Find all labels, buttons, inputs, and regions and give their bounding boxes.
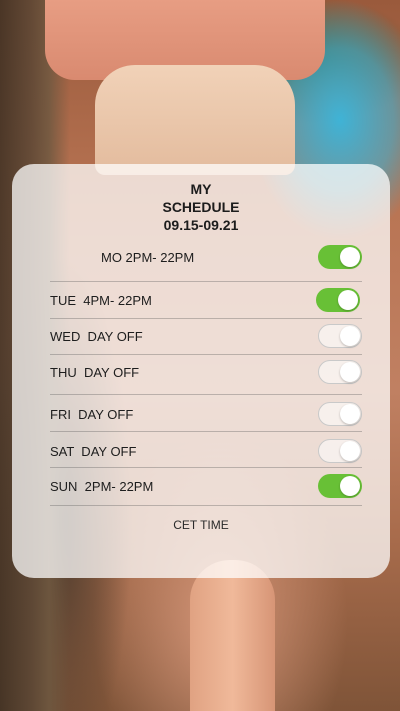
toggle-knob [340,247,360,267]
timezone-note: CET TIME [173,518,229,532]
toggle-knob [340,441,360,461]
day-row-wed: WED DAY OFF [50,320,362,356]
day-toggle-sat[interactable] [318,439,362,463]
title-line-schedule: SCHEDULE [162,199,240,215]
day-label: FRI DAY OFF [50,407,134,422]
divider [50,394,362,395]
date-range: 09.15-09.21 [163,217,239,233]
divider [50,318,362,319]
day-row-sun: SUN 2PM- 22PM [50,470,362,506]
toggle-knob [340,362,360,382]
day-label: THU DAY OFF [50,365,140,380]
day-label: TUE 4PM- 22PM [50,293,152,308]
divider [50,281,362,282]
day-toggle-sun[interactable] [318,474,362,498]
day-row-sat: SAT DAY OFF [50,435,362,471]
divider [50,467,362,468]
toggle-knob [340,476,360,496]
day-row-fri: FRI DAY OFF [50,398,362,434]
day-toggle-mon[interactable] [318,245,362,269]
day-row-mon: MO 2PM- 22PM [101,241,362,277]
toggle-knob [340,404,360,424]
day-toggle-tue[interactable] [316,288,360,312]
divider [50,505,362,506]
title-line-my: MY [190,181,212,197]
schedule-card: MY SCHEDULE 09.15-09.21 MO 2PM- 22PM TUE… [12,164,390,578]
divider [50,431,362,432]
toggle-knob [340,326,360,346]
day-toggle-thu[interactable] [318,360,362,384]
schedule-title: MY SCHEDULE 09.15-09.21 [12,180,390,234]
day-label: SAT DAY OFF [50,444,137,459]
day-toggle-fri[interactable] [318,402,362,426]
leg-decoration [190,560,275,711]
day-row-tue: TUE 4PM- 22PM [50,284,362,320]
day-row-thu: THU DAY OFF [50,356,362,392]
divider [50,354,362,355]
day-label: MO 2PM- 22PM [101,250,195,265]
day-label: WED DAY OFF [50,329,143,344]
skirt-decoration [95,65,295,175]
day-toggle-wed[interactable] [318,324,362,348]
toggle-knob [338,290,358,310]
day-label: SUN 2PM- 22PM [50,479,154,494]
